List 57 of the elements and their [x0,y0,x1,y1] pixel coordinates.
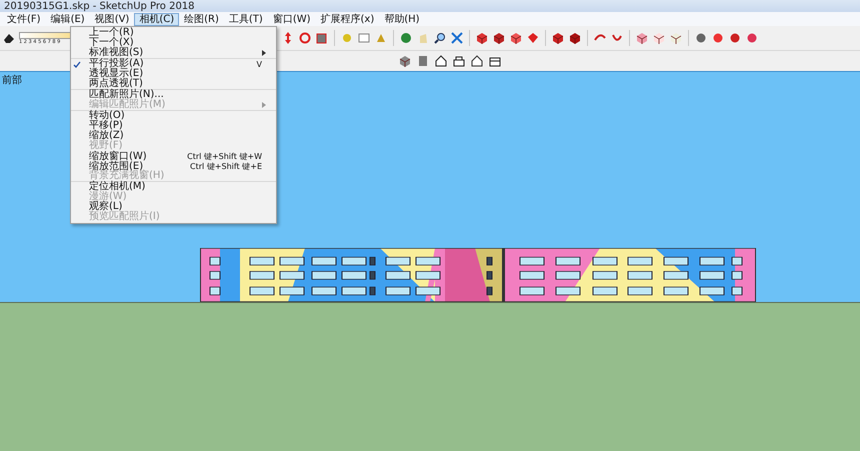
menu-item[interactable]: 工具(T) [224,12,268,26]
menu-entry[interactable]: 两点透视(T) [71,79,276,89]
menu-entry[interactable]: 标准视图(S) [71,48,276,58]
menu-item[interactable]: 文件(F) [2,12,46,26]
menu-entry[interactable]: 缩放(Z) [71,131,276,141]
menu-entry[interactable]: 平移(P) [71,121,276,131]
menu-entry[interactable]: 下一个(X) [71,38,276,48]
menu-entry-label: 上一个(R) [89,28,134,38]
box-icon[interactable] [669,31,683,45]
menu-entry-label: 编辑匹配照片(M) [89,100,166,110]
menu-entry-label: 预览匹配照片(I) [89,212,160,222]
menu-entry-label: 两点透视(T) [89,79,143,89]
gem-icon[interactable] [526,31,540,45]
box-icon[interactable] [652,31,666,45]
menu-entry-label: 视野(F) [89,141,123,151]
menu-entry-label: 匹配新照片(N)... [89,90,164,100]
shortcut-label: Ctrl 键+Shift 键+W [187,151,262,162]
menu-entry[interactable]: 缩放范围(E) Ctrl 键+Shift 键+E [71,161,276,171]
zoom-extents-icon[interactable] [450,31,464,45]
iso-view-icon[interactable] [398,54,412,68]
menu-entry-label: 透视显示(E) [89,69,144,79]
menu-item[interactable]: 扩展程序(x) [316,12,380,26]
box-icon[interactable] [635,31,649,45]
menu-item[interactable]: 帮助(H) [379,12,425,26]
menu-entry[interactable]: 匹配新照片(N)... [71,90,276,100]
menu-entry-label: 缩放范围(E) [89,162,144,172]
eraser-icon[interactable] [2,31,16,45]
menu-item[interactable]: 窗口(W) [268,12,316,26]
menu-entry-label: 转动(O) [89,111,125,121]
menu-entry-label: 平行投影(A) [89,59,144,69]
shortcut-label: V [256,60,262,68]
menu-entry[interactable]: 定位相机(M) [71,182,276,192]
menu-item[interactable]: 绘图(R) [179,12,224,26]
menu-item[interactable]: 视图(V) [90,12,134,26]
menu-entry-label: 缩放窗口(W) [89,152,147,162]
menu-entry[interactable]: 缩放窗口(W) Ctrl 键+Shift 键+W [71,151,276,161]
menu-entry[interactable]: 观察(L) [71,202,276,212]
menu-entry-label: 漫游(W) [89,192,127,202]
cube-icon[interactable] [568,31,582,45]
menu-entry-label: 缩放(Z) [89,131,124,141]
menu-entry-label: 定位相机(M) [89,182,146,192]
menu-entry-label: 下一个(X) [89,38,134,48]
menu-entry[interactable]: 转动(O) [71,111,276,121]
menu-entry[interactable]: 上一个(R) [71,28,276,38]
search-icon[interactable] [433,31,447,45]
menu-item[interactable]: 编辑(E) [46,12,90,26]
shortcut-label: Ctrl 键+Shift 键+E [190,161,262,172]
menu-entry-label: 平移(P) [89,121,123,131]
menu-entry[interactable]: 平行投影(A) V [71,59,276,69]
window-title: 20190315G1.skp - SketchUp Pro 2018 [4,0,195,12]
menu-entry-label: 背景充满视窗(H) [89,171,164,181]
menu-entry[interactable]: 透视显示(E) [71,69,276,79]
menu-entry-label: 观察(L) [89,202,122,212]
cube-icon[interactable] [551,31,565,45]
menu-entry-label: 标准视图(S) [89,48,144,58]
scene-tab[interactable]: 前部 [0,72,24,88]
menu-item[interactable]: 相机(C) [134,12,180,26]
